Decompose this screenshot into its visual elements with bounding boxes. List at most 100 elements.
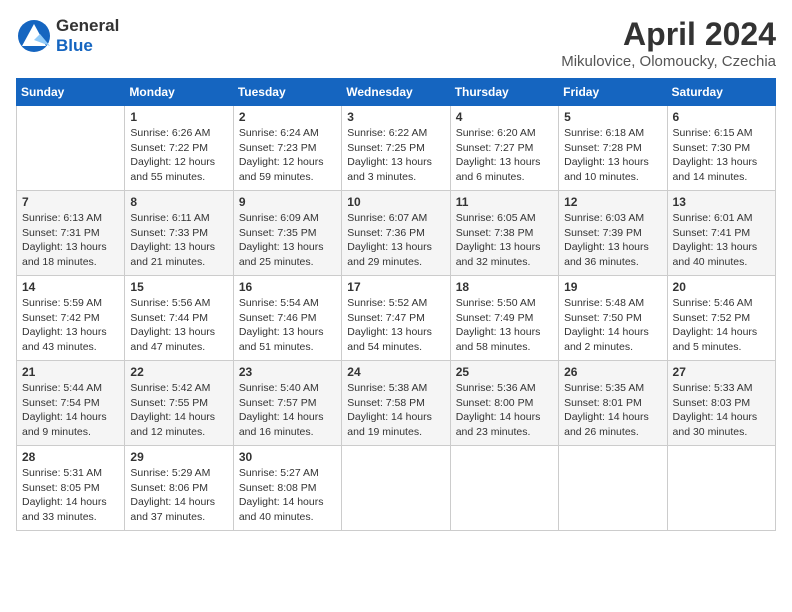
calendar-day-cell: 12 Sunrise: 6:03 AMSunset: 7:39 PMDayligh… — [559, 191, 667, 276]
day-info: Sunrise: 6:18 AMSunset: 7:28 PMDaylight:… — [564, 126, 661, 185]
day-number: 13 — [673, 195, 770, 209]
calendar-day-cell: 13 Sunrise: 6:01 AMSunset: 7:41 PMDayligh… — [667, 191, 775, 276]
calendar-day-cell: 11 Sunrise: 6:05 AMSunset: 7:38 PMDayligh… — [450, 191, 558, 276]
calendar-day-cell: 7 Sunrise: 6:13 AMSunset: 7:31 PMDaylight… — [17, 191, 125, 276]
day-info: Sunrise: 5:38 AMSunset: 7:58 PMDaylight:… — [347, 381, 444, 440]
day-info: Sunrise: 5:59 AMSunset: 7:42 PMDaylight:… — [22, 296, 119, 355]
calendar-day-cell: 18 Sunrise: 5:50 AMSunset: 7:49 PMDayligh… — [450, 276, 558, 361]
day-info: Sunrise: 6:03 AMSunset: 7:39 PMDaylight:… — [564, 211, 661, 270]
day-number: 16 — [239, 280, 336, 294]
calendar-day-cell: 17 Sunrise: 5:52 AMSunset: 7:47 PMDayligh… — [342, 276, 450, 361]
weekday-header: Friday — [559, 79, 667, 106]
day-number: 10 — [347, 195, 444, 209]
day-number: 12 — [564, 195, 661, 209]
day-info: Sunrise: 6:26 AMSunset: 7:22 PMDaylight:… — [130, 126, 227, 185]
day-info: Sunrise: 5:27 AMSunset: 8:08 PMDaylight:… — [239, 466, 336, 525]
day-info: Sunrise: 5:33 AMSunset: 8:03 PMDaylight:… — [673, 381, 770, 440]
day-number: 23 — [239, 365, 336, 379]
calendar-day-cell: 4 Sunrise: 6:20 AMSunset: 7:27 PMDaylight… — [450, 106, 558, 191]
calendar: SundayMondayTuesdayWednesdayThursdayFrid… — [16, 78, 776, 531]
logo-blue: Blue — [56, 36, 93, 55]
calendar-day-cell: 22 Sunrise: 5:42 AMSunset: 7:55 PMDayligh… — [125, 361, 233, 446]
day-info: Sunrise: 5:52 AMSunset: 7:47 PMDaylight:… — [347, 296, 444, 355]
day-number: 28 — [22, 450, 119, 464]
day-info: Sunrise: 6:07 AMSunset: 7:36 PMDaylight:… — [347, 211, 444, 270]
day-info: Sunrise: 5:40 AMSunset: 7:57 PMDaylight:… — [239, 381, 336, 440]
day-info: Sunrise: 6:22 AMSunset: 7:25 PMDaylight:… — [347, 126, 444, 185]
logo-general: General — [56, 16, 119, 35]
day-info: Sunrise: 6:24 AMSunset: 7:23 PMDaylight:… — [239, 126, 336, 185]
day-number: 17 — [347, 280, 444, 294]
calendar-day-cell: 6 Sunrise: 6:15 AMSunset: 7:30 PMDaylight… — [667, 106, 775, 191]
day-number: 6 — [673, 110, 770, 124]
logo: General Blue — [16, 16, 119, 56]
calendar-week-row: 21Sunrise: 5:44 AMSunset: 7:54 PMDayligh… — [17, 361, 776, 446]
calendar-day-cell: 29 Sunrise: 5:29 AMSunset: 8:06 PMDayligh… — [125, 446, 233, 531]
day-number: 8 — [130, 195, 227, 209]
month-title: April 2024 — [561, 16, 776, 53]
location: Mikulovice, Olomoucky, Czechia — [561, 53, 776, 70]
calendar-header: SundayMondayTuesdayWednesdayThursdayFrid… — [17, 79, 776, 106]
calendar-day-cell: 26 Sunrise: 5:35 AMSunset: 8:01 PMDayligh… — [559, 361, 667, 446]
day-info: Sunrise: 5:56 AMSunset: 7:44 PMDaylight:… — [130, 296, 227, 355]
calendar-week-row: 1 Sunrise: 6:26 AMSunset: 7:22 PMDaylight… — [17, 106, 776, 191]
calendar-day-cell: 10 Sunrise: 6:07 AMSunset: 7:36 PMDayligh… — [342, 191, 450, 276]
calendar-week-row: 14 Sunrise: 5:59 AMSunset: 7:42 PMDayligh… — [17, 276, 776, 361]
day-number: 21 — [22, 365, 119, 379]
day-info: Sunrise: 5:36 AMSunset: 8:00 PMDaylight:… — [456, 381, 553, 440]
calendar-day-cell: 16Sunrise: 5:54 AMSunset: 7:46 PMDayligh… — [233, 276, 341, 361]
day-number: 7 — [22, 195, 119, 209]
calendar-day-cell: 1 Sunrise: 6:26 AMSunset: 7:22 PMDaylight… — [125, 106, 233, 191]
day-info: Sunrise: 5:35 AMSunset: 8:01 PMDaylight:… — [564, 381, 661, 440]
weekday-header: Wednesday — [342, 79, 450, 106]
day-info: Sunrise: 5:48 AMSunset: 7:50 PMDaylight:… — [564, 296, 661, 355]
weekday-row: SundayMondayTuesdayWednesdayThursdayFrid… — [17, 79, 776, 106]
calendar-day-cell: 28Sunrise: 5:31 AMSunset: 8:05 PMDayligh… — [17, 446, 125, 531]
calendar-day-cell — [559, 446, 667, 531]
day-number: 5 — [564, 110, 661, 124]
day-number: 20 — [673, 280, 770, 294]
day-number: 18 — [456, 280, 553, 294]
calendar-day-cell: 9Sunrise: 6:09 AMSunset: 7:35 PMDaylight… — [233, 191, 341, 276]
day-number: 25 — [456, 365, 553, 379]
calendar-day-cell: 30 Sunrise: 5:27 AMSunset: 8:08 PMDayligh… — [233, 446, 341, 531]
weekday-header: Sunday — [17, 79, 125, 106]
day-info: Sunrise: 5:29 AMSunset: 8:06 PMDaylight:… — [130, 466, 227, 525]
day-number: 1 — [130, 110, 227, 124]
calendar-day-cell: 24 Sunrise: 5:38 AMSunset: 7:58 PMDayligh… — [342, 361, 450, 446]
day-number: 29 — [130, 450, 227, 464]
calendar-day-cell — [667, 446, 775, 531]
day-number: 14 — [22, 280, 119, 294]
day-info: Sunrise: 6:11 AMSunset: 7:33 PMDaylight:… — [130, 211, 227, 270]
day-number: 11 — [456, 195, 553, 209]
calendar-day-cell: 23 Sunrise: 5:40 AMSunset: 7:57 PMDayligh… — [233, 361, 341, 446]
day-info: Sunrise: 6:01 AMSunset: 7:41 PMDaylight:… — [673, 211, 770, 270]
day-info: Sunrise: 6:05 AMSunset: 7:38 PMDaylight:… — [456, 211, 553, 270]
weekday-header: Tuesday — [233, 79, 341, 106]
day-number: 19 — [564, 280, 661, 294]
logo-icon — [16, 18, 52, 54]
calendar-day-cell — [342, 446, 450, 531]
weekday-header: Monday — [125, 79, 233, 106]
calendar-day-cell: 20 Sunrise: 5:46 AMSunset: 7:52 PMDayligh… — [667, 276, 775, 361]
day-number: 30 — [239, 450, 336, 464]
calendar-day-cell: 8 Sunrise: 6:11 AMSunset: 7:33 PMDaylight… — [125, 191, 233, 276]
day-info: Sunrise: 5:50 AMSunset: 7:49 PMDaylight:… — [456, 296, 553, 355]
day-info: Sunrise: 6:13 AMSunset: 7:31 PMDaylight:… — [22, 211, 119, 270]
calendar-day-cell: 5 Sunrise: 6:18 AMSunset: 7:28 PMDaylight… — [559, 106, 667, 191]
day-number: 4 — [456, 110, 553, 124]
header: General Blue April 2024 Mikulovice, Olom… — [16, 16, 776, 70]
day-number: 15 — [130, 280, 227, 294]
title-area: April 2024 Mikulovice, Olomoucky, Czechi… — [561, 16, 776, 70]
day-info: Sunrise: 5:42 AMSunset: 7:55 PMDaylight:… — [130, 381, 227, 440]
calendar-day-cell: 15 Sunrise: 5:56 AMSunset: 7:44 PMDayligh… — [125, 276, 233, 361]
day-number: 26 — [564, 365, 661, 379]
day-info: Sunrise: 6:20 AMSunset: 7:27 PMDaylight:… — [456, 126, 553, 185]
day-info: Sunrise: 6:15 AMSunset: 7:30 PMDaylight:… — [673, 126, 770, 185]
day-number: 24 — [347, 365, 444, 379]
calendar-week-row: 28Sunrise: 5:31 AMSunset: 8:05 PMDayligh… — [17, 446, 776, 531]
calendar-day-cell — [450, 446, 558, 531]
day-number: 22 — [130, 365, 227, 379]
day-info: Sunrise: 6:09 AMSunset: 7:35 PMDaylight:… — [239, 211, 336, 270]
day-info: Sunrise: 5:46 AMSunset: 7:52 PMDaylight:… — [673, 296, 770, 355]
